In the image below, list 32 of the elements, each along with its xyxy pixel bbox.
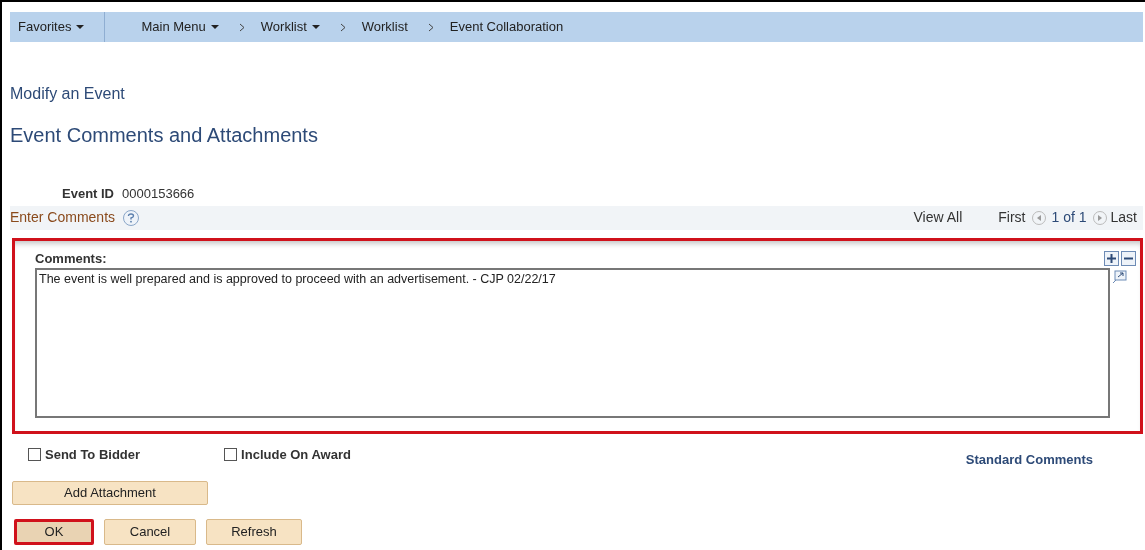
chevron-icon	[339, 22, 346, 32]
help-icon[interactable]	[123, 209, 140, 226]
add-row-icon[interactable]	[1104, 250, 1119, 266]
action-button[interactable]: Refresh	[206, 519, 302, 545]
event-id-label: Event ID	[62, 185, 114, 203]
checkbox[interactable]	[224, 447, 238, 461]
checkbox-label: Send To Bidder	[45, 445, 141, 464]
action-button[interactable]: Cancel	[104, 519, 196, 545]
breadcrumb-link[interactable]: Event Collaboration	[449, 17, 564, 37]
section-heading: Enter Comments	[10, 208, 116, 227]
section-title: Event Comments and Attachments	[10, 123, 318, 148]
comments-label: Comments:	[35, 249, 107, 268]
add-attachment-button[interactable]: Add Attachment	[12, 481, 208, 505]
standard-comments-link[interactable]: Standard Comments	[965, 449, 1093, 469]
event-id-value: 0000153666	[122, 185, 195, 203]
delete-row-icon[interactable]	[1121, 250, 1136, 266]
breadcrumb-link[interactable]: Worklist	[361, 17, 408, 37]
comments-field[interactable]: The event is well prepared and is approved to proceed with an advertisement. - CJP 02/22/17	[35, 268, 1110, 418]
page-title: Modify an Event	[10, 84, 125, 104]
chevron-icon	[427, 22, 434, 32]
chevron-icon	[238, 22, 245, 32]
row-counter: 1 of 1	[1051, 208, 1087, 227]
checkbox[interactable]	[28, 447, 41, 461]
last-link[interactable]: Last	[1110, 207, 1137, 228]
breadcrumb-link[interactable]: Favorites	[18, 17, 85, 37]
first-link[interactable]: First	[998, 207, 1026, 228]
breadcrumb-link[interactable]: Worklist	[260, 17, 320, 37]
action-button[interactable]: OK	[14, 519, 94, 545]
view-all-link[interactable]: View All	[913, 207, 963, 228]
breadcrumb-link[interactable]: Main Menu	[141, 17, 219, 37]
expand-icon[interactable]	[1112, 270, 1127, 284]
checkbox-label: Include On Award	[241, 445, 351, 464]
